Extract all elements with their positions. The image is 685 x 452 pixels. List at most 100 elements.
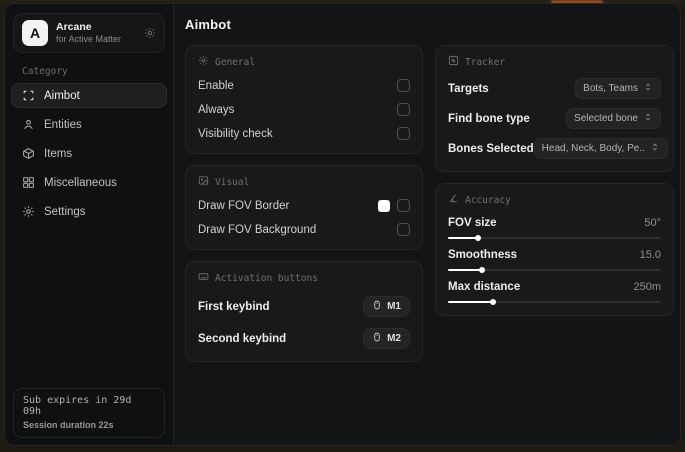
tracker-card: Tracker Targets Bots, Teams Find bone ty…	[435, 45, 674, 172]
setting-label: Second keybind	[198, 332, 287, 345]
slider-row: Max distance 250m	[448, 281, 661, 305]
setting-row: Find bone type Selected bone	[448, 108, 661, 129]
visual-card-header: Visual	[198, 175, 410, 189]
slider-row: FOV size 50°	[448, 217, 661, 241]
tracker-card-header: Tracker	[448, 55, 661, 69]
sidebar-item-label: Miscellaneous	[44, 176, 117, 189]
sidebar-item-entities[interactable]: Entities	[11, 112, 167, 137]
main-content: Aimbot General Enable Always Visibility …	[174, 4, 680, 445]
mouse-icon	[372, 332, 382, 345]
slider-row-header: FOV size 50°	[448, 217, 661, 229]
fov-border-color-swatch[interactable]	[378, 199, 390, 212]
draw-fov-background-checkbox[interactable]	[397, 223, 410, 236]
accuracy-card-header: Accuracy	[448, 193, 661, 207]
cube-icon	[22, 147, 35, 160]
setting-label: Always	[198, 103, 235, 116]
angle-icon	[448, 193, 459, 207]
setting-row: Second keybind M2	[198, 328, 410, 349]
sidebar-nav: Aimbot Entities Items Miscellaneous Sett…	[5, 81, 173, 226]
keybind-value: M1	[387, 301, 401, 312]
app-brand-card: A Arcane for Active Matter	[13, 13, 165, 53]
card-header-label: General	[215, 56, 256, 68]
general-card-header: General	[198, 55, 410, 69]
slider-row: Smoothness 15.0	[448, 249, 661, 273]
sidebar-item-label: Settings	[44, 205, 86, 218]
general-card: General Enable Always Visibility check	[185, 45, 423, 154]
setting-row: Draw FOV Border	[198, 198, 410, 213]
app-subtitle: for Active Matter	[56, 33, 122, 44]
app-name: Arcane	[56, 20, 92, 33]
sidebar-item-settings[interactable]: Settings	[11, 199, 167, 224]
left-column: General Enable Always Visibility check V…	[185, 45, 423, 362]
sidebar-item-label: Aimbot	[44, 89, 80, 102]
targets-dropdown[interactable]: Bots, Teams	[575, 78, 661, 99]
gear-dotted-icon	[198, 55, 209, 69]
fov-size-slider[interactable]	[448, 235, 661, 241]
setting-row: Draw FOV Background	[198, 222, 410, 237]
card-header-label: Accuracy	[465, 194, 511, 206]
desktop-background: A Arcane for Active Matter Category Aimb…	[0, 0, 685, 452]
draw-fov-border-checkbox[interactable]	[397, 199, 410, 212]
slider-value: 250m	[633, 281, 661, 293]
settings-gear-icon[interactable]	[144, 27, 156, 39]
slider-value: 15.0	[639, 249, 661, 261]
setting-row: Always	[198, 102, 410, 117]
setting-label: First keybind	[198, 300, 270, 313]
slider-row-header: Max distance 250m	[448, 281, 661, 293]
scan-icon	[22, 89, 35, 102]
unfold-icon	[643, 112, 653, 125]
category-label: Category	[22, 66, 68, 77]
slider-fill	[448, 267, 486, 273]
image-icon	[198, 175, 209, 189]
setting-label: Draw FOV Background	[198, 223, 317, 236]
slider-row-header: Smoothness 15.0	[448, 249, 661, 261]
first-keybind-button[interactable]: M1	[363, 296, 410, 317]
setting-row: Bones Selected Head, Neck, Body, Pe..	[448, 138, 668, 159]
setting-label: Smoothness	[448, 249, 518, 261]
keybind-value: M2	[387, 333, 401, 344]
page-title: Aimbot	[185, 17, 231, 32]
app-brand-text: Arcane for Active Matter	[56, 21, 136, 45]
setting-label: Targets	[448, 82, 489, 95]
setting-label: Find bone type	[448, 112, 530, 125]
sidebar-item-items[interactable]: Items	[11, 141, 167, 166]
max-distance-slider[interactable]	[448, 299, 661, 305]
session-duration-text: Session duration 22s	[23, 420, 114, 430]
app-window: A Arcane for Active Matter Category Aimb…	[4, 3, 681, 446]
unfold-icon	[643, 82, 653, 95]
visibility-check-checkbox[interactable]	[397, 127, 410, 140]
dropdown-value: Bots, Teams	[583, 83, 638, 94]
setting-row: First keybind M1	[198, 296, 410, 317]
cards-columns: General Enable Always Visibility check V…	[185, 45, 674, 362]
gear-icon	[22, 205, 35, 218]
dropdown-value: Head, Neck, Body, Pe..	[541, 143, 645, 154]
person-icon	[22, 118, 35, 131]
bones-selected-dropdown[interactable]: Head, Neck, Body, Pe..	[533, 138, 668, 159]
card-header-label: Tracker	[465, 56, 506, 68]
slider-fill	[448, 299, 496, 305]
grid-icon	[22, 176, 35, 189]
sidebar: A Arcane for Active Matter Category Aimb…	[5, 4, 174, 445]
setting-label: Bones Selected	[448, 142, 534, 155]
always-checkbox[interactable]	[397, 103, 410, 116]
card-header-label: Visual	[215, 176, 250, 188]
find-bone-type-dropdown[interactable]: Selected bone	[566, 108, 661, 129]
setting-label: Max distance	[448, 281, 521, 293]
setting-label: FOV size	[448, 217, 497, 229]
setting-controls	[378, 199, 410, 212]
second-keybind-button[interactable]: M2	[363, 328, 410, 349]
smoothness-slider[interactable]	[448, 267, 661, 273]
setting-label: Draw FOV Border	[198, 199, 290, 212]
setting-label: Enable	[198, 79, 234, 92]
setting-row: Visibility check	[198, 126, 410, 141]
accuracy-card: Accuracy FOV size 50° Smoothness 15.0 Ma…	[435, 183, 674, 316]
sidebar-item-aimbot[interactable]: Aimbot	[11, 83, 167, 108]
sidebar-item-miscellaneous[interactable]: Miscellaneous	[11, 170, 167, 195]
setting-label: Visibility check	[198, 127, 273, 140]
keyboard-icon	[198, 271, 209, 285]
right-column: Tracker Targets Bots, Teams Find bone ty…	[435, 45, 674, 362]
enable-checkbox[interactable]	[397, 79, 410, 92]
unfold-icon	[650, 142, 660, 155]
sidebar-item-label: Entities	[44, 118, 82, 131]
activation-card-header: Activation buttons	[198, 271, 410, 285]
